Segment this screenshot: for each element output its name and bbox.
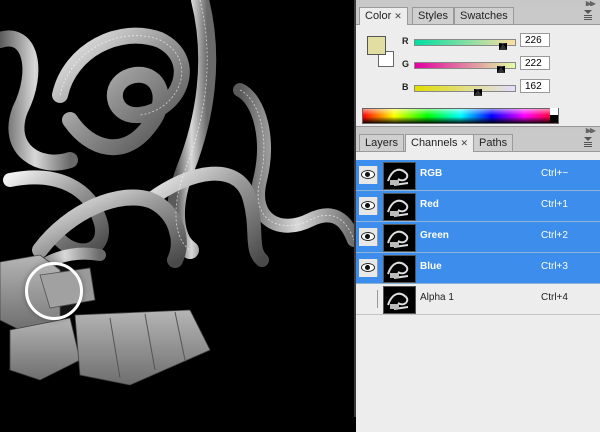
close-icon[interactable]: ✕ — [394, 11, 402, 21]
panel-menu-icon[interactable] — [584, 10, 594, 20]
channel-row-green[interactable]: Green Ctrl+2 — [356, 222, 600, 253]
panel-dock: ▶▶ Color ✕ Styles Swatches R 226 G 222 B … — [354, 0, 600, 432]
visibility-toggle[interactable] — [359, 197, 378, 215]
channel-row-blue[interactable]: Blue Ctrl+3 — [356, 253, 600, 284]
channel-shortcut: Ctrl+2 — [541, 230, 568, 241]
slider-g: G 222 — [396, 56, 596, 73]
ribbon-artwork — [0, 0, 354, 386]
tab-swatches[interactable]: Swatches — [454, 7, 514, 24]
b-slider-thumb[interactable] — [473, 89, 482, 96]
g-slider-thumb[interactable] — [497, 66, 506, 73]
black-white-ramp[interactable] — [550, 108, 558, 122]
foreground-color-swatch[interactable] — [367, 36, 386, 55]
color-spectrum-ramp[interactable] — [362, 108, 559, 124]
channel-name: Blue — [420, 261, 442, 272]
color-panel-tabbar: Color ✕ Styles Swatches — [356, 6, 600, 25]
slider-r: R 226 — [396, 33, 596, 50]
channel-name: Red — [420, 199, 439, 210]
eye-icon — [361, 170, 375, 179]
eye-icon — [361, 232, 375, 241]
channel-row-alpha-1[interactable]: Alpha 1 Ctrl+4 — [356, 284, 600, 315]
channels-panel-tabbar: Layers Channels ✕ Paths — [356, 133, 600, 152]
tab-channels[interactable]: Channels ✕ — [405, 134, 475, 152]
panel-divider[interactable]: ▶▶ — [356, 126, 600, 135]
r-value-input[interactable]: 226 — [520, 33, 550, 47]
eye-icon — [361, 263, 375, 272]
visibility-toggle[interactable] — [359, 259, 378, 277]
channel-name: Alpha 1 — [420, 292, 454, 303]
channel-name: RGB — [420, 168, 443, 179]
document-canvas[interactable] — [0, 0, 354, 417]
channel-shortcut: Ctrl+1 — [541, 199, 568, 210]
b-value-input[interactable]: 162 — [520, 79, 550, 93]
tab-layers[interactable]: Layers — [359, 134, 405, 151]
channel-thumbnail — [383, 224, 416, 252]
tab-paths[interactable]: Paths — [473, 134, 514, 151]
channel-thumbnail — [383, 162, 416, 190]
visibility-toggle[interactable] — [359, 290, 378, 308]
channel-row-red[interactable]: Red Ctrl+1 — [356, 191, 600, 222]
channel-thumbnail — [383, 255, 416, 283]
close-icon[interactable]: ✕ — [460, 138, 468, 148]
g-value-input[interactable]: 222 — [520, 56, 550, 70]
channel-thumbnail — [383, 193, 416, 221]
channel-shortcut: Ctrl+3 — [541, 261, 568, 272]
channel-shortcut: Ctrl+4 — [541, 292, 568, 303]
channel-thumbnail — [383, 286, 416, 314]
color-panel: R 226 G 222 B 162 — [356, 25, 600, 126]
eye-icon — [361, 201, 375, 210]
r-slider-thumb[interactable] — [498, 43, 507, 50]
slider-b: B 162 — [396, 79, 596, 96]
channel-shortcut: Ctrl+~ — [541, 168, 569, 179]
visibility-toggle[interactable] — [359, 166, 378, 184]
tab-styles[interactable]: Styles — [412, 7, 454, 24]
visibility-toggle[interactable] — [359, 228, 378, 246]
channel-row-rgb[interactable]: RGB Ctrl+~ — [356, 160, 600, 191]
channels-list: RGB Ctrl+~ Red Ctrl+1 Green Ctrl+2 Blue Ctrl+3 A… — [356, 152, 600, 432]
b-slider-track[interactable] — [414, 85, 516, 92]
tab-color[interactable]: Color ✕ — [359, 7, 408, 25]
panel-menu-icon[interactable] — [584, 137, 594, 147]
channel-name: Green — [420, 230, 449, 241]
